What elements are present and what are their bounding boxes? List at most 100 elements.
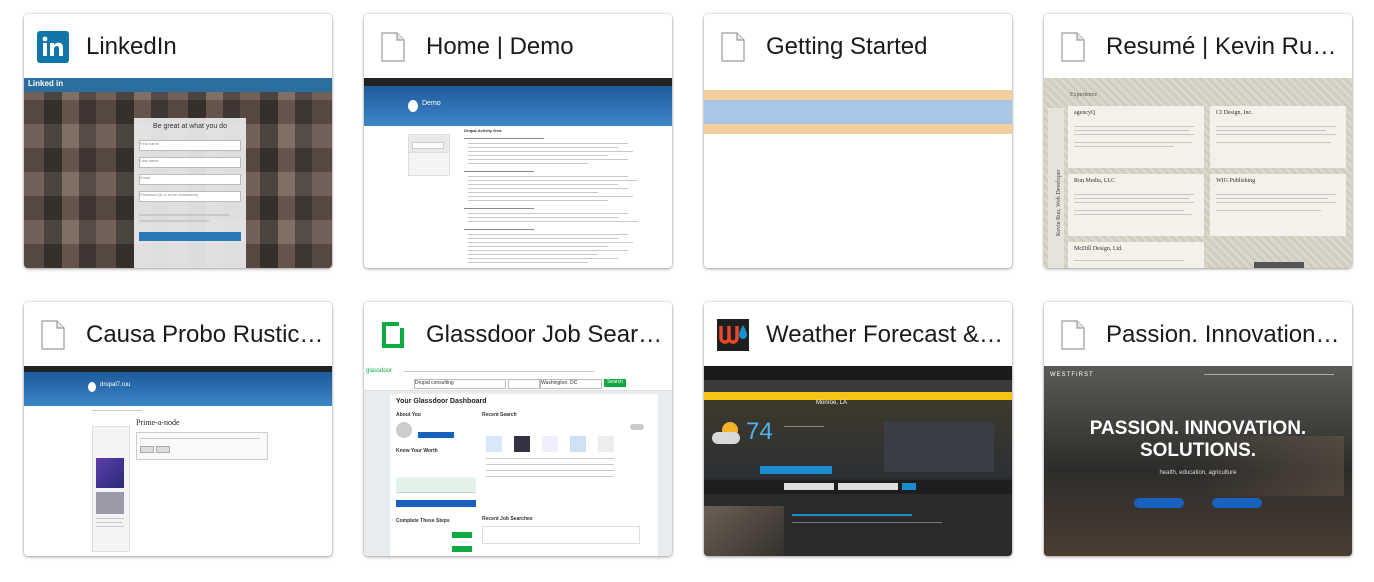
tile-title: Causa Probo Rustic… <box>86 321 324 348</box>
hero-headline: PASSION. INNOVATION. <box>1089 418 1307 439</box>
toggle-switch[interactable] <box>630 424 644 430</box>
site-name: Demo <box>422 100 441 107</box>
company-logo <box>570 436 586 452</box>
tile-header: Home | Demo <box>364 14 672 78</box>
last-name-field[interactable]: Last name <box>139 157 241 168</box>
tile-title: Passion. Innovation… <box>1106 321 1340 348</box>
tile-title: Home | Demo <box>426 33 574 60</box>
search-box[interactable] <box>412 142 444 149</box>
form-button[interactable] <box>156 446 170 453</box>
tile-title: Getting Started <box>766 33 928 60</box>
tile-causa-probo[interactable]: Causa Probo Rustic… drupal7.ruu Prime-a-… <box>24 302 332 556</box>
tile-header: Getting Started <box>704 14 1012 78</box>
generic-page-icon <box>717 31 749 63</box>
tile-resume[interactable]: Resumé | Kevin Ru… Kevin Ruu, Web Develo… <box>1044 14 1352 268</box>
hero-headline-2: SOLUTIONS. <box>1139 440 1257 461</box>
about-heading: About You <box>396 412 421 418</box>
glassdoor-icon <box>377 319 409 351</box>
steps-heading: Complete These Steps <box>396 518 450 524</box>
keyword-input[interactable]: Drupal consulting <box>414 379 506 389</box>
location-input[interactable]: Washington, DC <box>540 379 602 389</box>
recent-search-heading: Recent Search <box>482 412 517 418</box>
tile-weather[interactable]: Weather Forecast &… Monroe, LA 74 <box>704 302 1012 556</box>
thumbnail-weather: Monroe, LA 74 <box>704 366 1012 556</box>
activity-heading: Drupal Activity feed <box>464 128 502 133</box>
company-logo <box>598 436 614 452</box>
generic-page-icon <box>37 319 69 351</box>
thumbnail-getting-started <box>704 78 1012 268</box>
tile-header: Glassdoor Job Sear… <box>364 302 672 366</box>
thumbnail-linkedin: Linked in Be great at what you do First … <box>24 78 332 268</box>
tile-header: LinkedIn <box>24 14 332 78</box>
tile-header: Passion. Innovation… <box>1044 302 1352 366</box>
resume-sidebar-title: Kevin Ruu, Web Developer <box>1056 169 1062 236</box>
tile-header: Weather Forecast &… <box>704 302 1012 366</box>
tile-title: LinkedIn <box>86 33 177 60</box>
job-card: agencyQ <box>1068 106 1204 168</box>
current-temp: 74 <box>746 418 773 445</box>
view-estimate-button[interactable] <box>396 500 476 507</box>
cta-button[interactable] <box>1134 498 1184 508</box>
glassdoor-logo: glassdoor <box>366 368 393 374</box>
thumbnail-glassdoor: glassdoor Drupal consulting Washington, … <box>364 366 672 556</box>
drupal-icon <box>88 382 96 392</box>
recent-jobs-heading: Recent Job Searches <box>482 516 533 522</box>
first-name-field[interactable]: First name <box>139 140 241 151</box>
job-card: McDill Design, Ltd. <box>1068 242 1204 268</box>
tile-title: Resumé | Kevin Ru… <box>1106 33 1337 60</box>
company-logo <box>514 436 530 452</box>
scroll-top-button[interactable] <box>1254 262 1304 268</box>
job-type-select[interactable] <box>508 379 540 389</box>
worth-chart <box>396 468 476 493</box>
worth-heading: Know Your Worth <box>396 448 438 454</box>
generic-page-icon <box>1057 31 1089 63</box>
tile-getting-started[interactable]: Getting Started <box>704 14 1012 268</box>
tile-header: Resumé | Kevin Ru… <box>1044 14 1352 78</box>
wunderground-icon <box>717 319 749 351</box>
linkedin-icon <box>37 31 69 63</box>
thumbnail-demo: Demo Drupal Activity feed <box>364 78 672 268</box>
sidebar-image <box>96 458 124 488</box>
tile-header: Causa Probo Rustic… <box>24 302 332 366</box>
forecast-button[interactable] <box>760 466 832 474</box>
signup-heading: Be great at what you do <box>153 123 227 130</box>
site-logo: WESTFIRST <box>1050 372 1094 378</box>
create-profile-button[interactable] <box>418 432 454 438</box>
avatar <box>396 422 412 438</box>
linkedin-logo: Linked in <box>28 79 64 88</box>
job-card: CI Design, Inc. <box>1210 106 1346 168</box>
job-card: Ron Media, LLC <box>1068 174 1204 236</box>
step-button[interactable] <box>452 546 472 552</box>
tile-passion[interactable]: Passion. Innovation… WESTFIRST PASSION. … <box>1044 302 1352 556</box>
company-logo <box>542 436 558 452</box>
form-button[interactable] <box>140 446 154 453</box>
job-card: WIG Publishing <box>1210 174 1346 236</box>
step-button[interactable] <box>452 532 472 538</box>
article-image <box>704 506 784 556</box>
email-input[interactable] <box>784 483 834 490</box>
thumbnail-passion: WESTFIRST PASSION. INNOVATION. SOLUTIONS… <box>1044 366 1352 556</box>
thumbnail-causa: drupal7.ruu Prime-a-node <box>24 366 332 556</box>
join-button[interactable] <box>139 232 241 241</box>
hero-tagline: health, education, agriculture <box>1159 470 1237 476</box>
password-field[interactable]: Password (6 or more characters) <box>139 191 241 202</box>
site-name: drupal7.ruu <box>100 382 131 388</box>
cta-button[interactable] <box>1212 498 1262 508</box>
tile-title: Glassdoor Job Sear… <box>426 321 663 348</box>
thumbnail-resume: Kevin Ruu, Web Developer Experience agen… <box>1044 78 1352 268</box>
generic-page-icon <box>377 31 409 63</box>
drupal-icon <box>408 100 418 112</box>
search-button[interactable]: Search <box>604 379 626 387</box>
generic-page-icon <box>1057 319 1089 351</box>
tile-title: Weather Forecast &… <box>766 321 1003 348</box>
tile-linkedin[interactable]: LinkedIn Linked in Be great at what you … <box>24 14 332 268</box>
city-name: Monroe, LA <box>816 400 848 406</box>
email-field[interactable]: Email <box>139 174 241 185</box>
company-logo <box>486 436 502 452</box>
tile-glassdoor[interactable]: Glassdoor Job Sear… glassdoor Drupal con… <box>364 302 672 556</box>
subscribe-button[interactable] <box>902 483 916 490</box>
sidebar-image <box>96 492 124 514</box>
location-select[interactable] <box>838 483 898 490</box>
dashboard-heading: Your Glassdoor Dashboard <box>396 398 487 405</box>
tile-home-demo[interactable]: Home | Demo Demo Drupal Activity feed <box>364 14 672 268</box>
